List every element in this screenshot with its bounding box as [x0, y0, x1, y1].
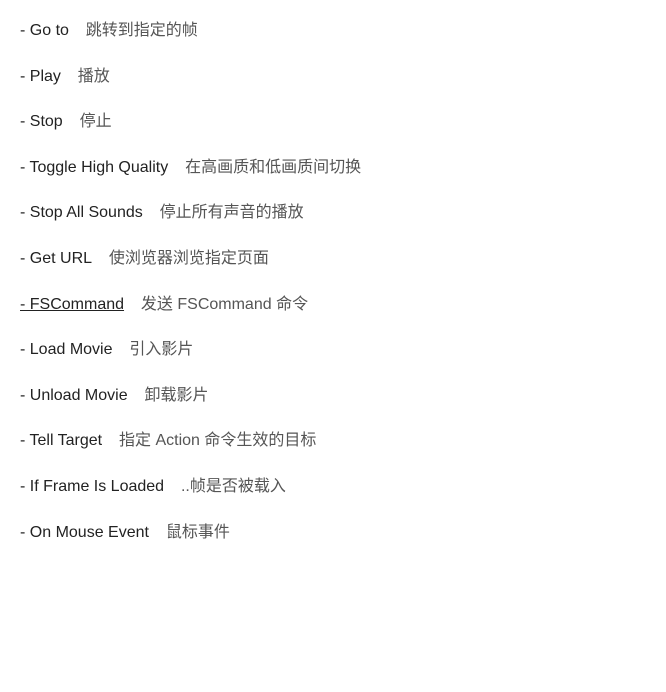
- item-en-stop: - Stop: [20, 113, 63, 130]
- item-en-unload-movie: - Unload Movie: [20, 387, 128, 404]
- list-item-toggle-high-quality: - Toggle High Quality 在高画质和低画质间切换: [20, 145, 646, 191]
- list-item-tell-target: - Tell Target 指定 Action 命令生效的目标: [20, 418, 646, 464]
- item-en-goto: - Go to: [20, 22, 69, 39]
- item-zh-get-url: 使浏览器浏览指定页面: [100, 250, 269, 267]
- list-item-on-mouse-event: - On Mouse Event 鼠标事件: [20, 510, 646, 556]
- item-zh-play: 播放: [69, 68, 110, 85]
- item-en-fscommand: - FSCommand: [20, 296, 124, 313]
- item-zh-toggle-high-quality: 在高画质和低画质间切换: [176, 159, 361, 176]
- list-item-get-url: - Get URL 使浏览器浏览指定页面: [20, 236, 646, 282]
- list-item-goto: - Go to 跳转到指定的帧: [20, 8, 646, 54]
- item-en-stop-all-sounds: - Stop All Sounds: [20, 204, 143, 221]
- item-zh-on-mouse-event: 鼠标事件: [157, 524, 230, 541]
- list-item-unload-movie: - Unload Movie 卸载影片: [20, 373, 646, 419]
- item-en-load-movie: - Load Movie: [20, 341, 113, 358]
- item-zh-goto: 跳转到指定的帧: [77, 22, 198, 39]
- list-item-play: - Play 播放: [20, 54, 646, 100]
- list-item-fscommand: - FSCommand 发送 FSCommand 命令: [20, 282, 646, 328]
- item-en-on-mouse-event: - On Mouse Event: [20, 524, 149, 541]
- item-zh-fscommand: 发送 FSCommand 命令: [132, 296, 308, 313]
- list-item-load-movie: - Load Movie 引入影片: [20, 327, 646, 373]
- list-item-stop-all-sounds: - Stop All Sounds 停止所有声音的播放: [20, 190, 646, 236]
- command-list: - Go to 跳转到指定的帧- Play 播放- Stop 停止- Toggl…: [20, 8, 646, 555]
- item-zh-unload-movie: 卸载影片: [136, 387, 209, 404]
- item-en-if-frame-is-loaded: - If Frame Is Loaded: [20, 478, 164, 495]
- item-zh-load-movie: 引入影片: [121, 341, 194, 358]
- list-item-if-frame-is-loaded: - If Frame Is Loaded ..帧是否被载入: [20, 464, 646, 510]
- item-en-play: - Play: [20, 68, 61, 85]
- item-zh-tell-target: 指定 Action 命令生效的目标: [110, 432, 316, 449]
- item-zh-stop: 停止: [71, 113, 112, 130]
- item-en-toggle-high-quality: - Toggle High Quality: [20, 159, 168, 176]
- item-zh-if-frame-is-loaded: ..帧是否被载入: [172, 478, 286, 495]
- list-item-stop: - Stop 停止: [20, 99, 646, 145]
- item-en-get-url: - Get URL: [20, 250, 92, 267]
- item-en-tell-target: - Tell Target: [20, 432, 102, 449]
- item-zh-stop-all-sounds: 停止所有声音的播放: [151, 204, 304, 221]
